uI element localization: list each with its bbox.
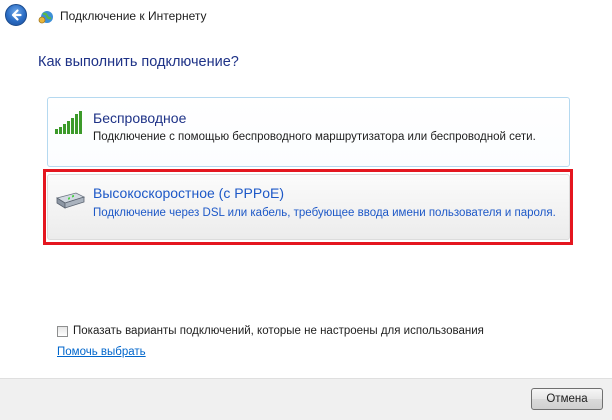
broadband-modem-icon: [56, 192, 86, 209]
option-title: Высокоскоростное (с PPPoE): [93, 185, 285, 201]
wireless-signal-icon: [55, 111, 82, 134]
option-description: Подключение через DSL или кабель, требую…: [93, 207, 556, 219]
option-wireless[interactable]: Беспроводное Подключение с помощью беспр…: [47, 97, 570, 167]
help-choose-link[interactable]: Помочь выбрать: [57, 346, 146, 358]
checkbox-label: Показать варианты подключений, которые н…: [73, 325, 484, 337]
page-heading: Как выполнить подключение?: [38, 54, 239, 70]
option-pppoe[interactable]: Высокоскоростное (с PPPoE) Подключение ч…: [47, 174, 570, 240]
show-unconfigured-checkbox[interactable]: [57, 325, 68, 337]
option-description: Подключение с помощью беспроводного марш…: [93, 131, 536, 143]
window-title: Подключение к Интернету: [60, 9, 207, 23]
option-title: Беспроводное: [93, 110, 187, 126]
cancel-button[interactable]: Отмена: [531, 388, 603, 410]
back-button[interactable]: [5, 4, 27, 26]
back-arrow-icon: [11, 9, 22, 21]
title-bar: Подключение к Интернету: [0, 0, 612, 36]
show-unconfigured-row[interactable]: Показать варианты подключений, которые н…: [57, 324, 484, 338]
footer-bar: Отмена: [0, 378, 612, 420]
network-globe-icon: [38, 11, 53, 24]
